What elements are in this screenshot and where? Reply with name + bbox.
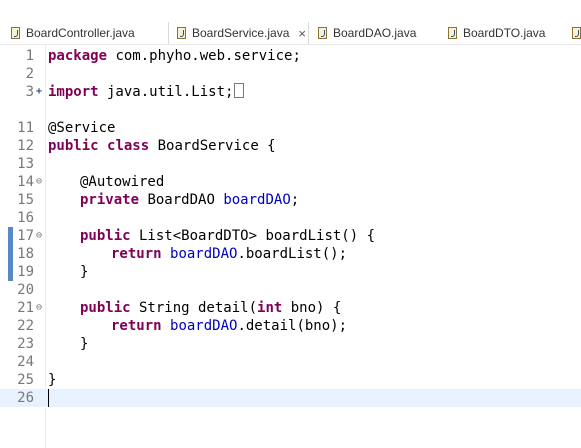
line-number: 1: [25, 48, 34, 64]
keyword: import: [48, 84, 99, 100]
line-number: 2: [25, 66, 34, 82]
code-text[interactable]: return boardDAO.detail(bno);: [111, 317, 347, 335]
line-number: 14: [17, 174, 34, 190]
annotation: @Autowired: [80, 174, 165, 190]
code-line[interactable]: 12 public class BoardService {: [0, 137, 581, 155]
line-number: 13: [17, 156, 34, 172]
code-line[interactable]: 18 return boardDAO.boardList();: [0, 245, 581, 263]
line-number: 3: [25, 84, 34, 100]
expand-fold-icon[interactable]: +: [34, 83, 44, 101]
tab-label: BoardDTO.java: [463, 26, 546, 40]
code-token: List<BoardDTO> boardList() {: [130, 228, 376, 244]
code-line[interactable]: 19 }: [0, 263, 581, 281]
line-number: 20: [17, 282, 34, 298]
code-line[interactable]: 20: [0, 281, 581, 299]
line-number: 19: [17, 264, 34, 280]
keyword: return: [111, 246, 162, 262]
field-name: boardDAO: [170, 318, 238, 334]
code-line[interactable]: 17 ⊖ public List<BoardDTO> boardList() {: [0, 227, 581, 245]
code-line[interactable]: 15 private BoardDAO boardDAO;: [0, 191, 581, 209]
tab-overflow[interactable]: [572, 22, 581, 44]
tab-board-dto[interactable]: BoardDTO.java: [440, 22, 568, 44]
code-line[interactable]: 25 }: [0, 371, 581, 389]
line-number: 17: [17, 228, 34, 244]
code-token: .boardList();: [237, 246, 348, 262]
code-editor[interactable]: 1 package com.phyho.web.service; 2 3 + i…: [0, 45, 581, 448]
code-token: BoardDAO: [139, 192, 224, 208]
collapse-fold-icon[interactable]: ⊖: [34, 173, 44, 191]
keyword: class: [107, 138, 150, 154]
line-number: 11: [17, 120, 34, 136]
code-token: bno) {: [282, 300, 342, 316]
code-line[interactable]: 22 return boardDAO.detail(bno);: [0, 317, 581, 335]
java-file-icon: [11, 27, 20, 39]
code-text[interactable]: import java.util.List;: [48, 83, 245, 101]
code-token: BoardService {: [149, 138, 276, 154]
code-line[interactable]: 11 @Service: [0, 119, 581, 137]
field-name: boardDAO: [223, 192, 291, 208]
tab-label: BoardController.java: [26, 26, 135, 40]
keyword: public: [48, 138, 99, 154]
line-number: 23: [17, 336, 34, 352]
keyword: private: [80, 192, 140, 208]
collapse-fold-icon[interactable]: ⊖: [34, 299, 44, 317]
code-text[interactable]: return boardDAO.boardList();: [111, 245, 347, 263]
code-token: }: [80, 264, 89, 280]
line-number: 21: [17, 300, 34, 316]
code-line[interactable]: 3 + import java.util.List;: [0, 83, 581, 101]
code-line[interactable]: 13: [0, 155, 581, 173]
current-code-line[interactable]: 26: [0, 389, 581, 407]
java-file-icon: [448, 27, 457, 39]
code-text[interactable]: public List<BoardDTO> boardList() {: [80, 227, 375, 245]
text-cursor: [48, 389, 49, 407]
code-line[interactable]: 14 ⊖ @Autowired: [0, 173, 581, 191]
tab-board-dao[interactable]: BoardDAO.java: [310, 22, 438, 44]
java-file-icon: [318, 27, 327, 39]
line-number: 12: [17, 138, 34, 154]
java-file-icon: [177, 27, 186, 39]
code-line[interactable]: 16: [0, 209, 581, 227]
code-text[interactable]: package com.phyho.web.service;: [48, 47, 301, 65]
line-number: 25: [17, 372, 34, 388]
code-token: }: [80, 336, 89, 352]
code-token: java.util.List;: [98, 84, 234, 100]
line-number: 26: [17, 390, 34, 406]
code-line[interactable]: 2: [0, 65, 581, 83]
close-icon[interactable]: ×: [298, 27, 306, 40]
tab-label: BoardService.java: [192, 26, 290, 40]
line-number: 18: [17, 246, 34, 262]
folded-block-icon[interactable]: [234, 83, 245, 98]
code-token: com.phyho.web.service;: [107, 48, 301, 64]
code-token: String detail(: [130, 300, 258, 316]
keyword: public: [80, 300, 131, 316]
code-text[interactable]: private BoardDAO boardDAO;: [80, 191, 299, 209]
keyword: return: [111, 318, 162, 334]
code-line[interactable]: 1 package com.phyho.web.service;: [0, 47, 581, 65]
keyword: package: [48, 48, 108, 64]
keyword: public: [80, 228, 131, 244]
annotation: @Service: [48, 120, 116, 136]
line-number: 22: [17, 318, 34, 334]
line-number: 16: [17, 210, 34, 226]
editor-tab-bar: BoardController.java BoardService.java ×…: [0, 0, 581, 44]
collapse-fold-icon[interactable]: ⊖: [34, 227, 44, 245]
code-text[interactable]: public String detail(int bno) {: [80, 299, 341, 317]
code-token: }: [48, 372, 57, 388]
tab-board-controller[interactable]: BoardController.java: [3, 22, 163, 44]
keyword: int: [257, 300, 283, 316]
line-number: 24: [17, 354, 34, 370]
code-token: .detail(bno);: [237, 318, 348, 334]
code-line[interactable]: 24: [0, 353, 581, 371]
code-text[interactable]: public class BoardService {: [48, 137, 276, 155]
tab-board-service[interactable]: BoardService.java ×: [168, 22, 309, 44]
code-line[interactable]: 23 }: [0, 335, 581, 353]
java-file-icon: [572, 27, 581, 39]
line-number: 15: [17, 192, 34, 208]
code-token: ;: [290, 192, 300, 208]
field-name: boardDAO: [170, 246, 238, 262]
code-line[interactable]: 21 ⊖ public String detail(int bno) {: [0, 299, 581, 317]
tab-label: BoardDAO.java: [333, 26, 417, 40]
